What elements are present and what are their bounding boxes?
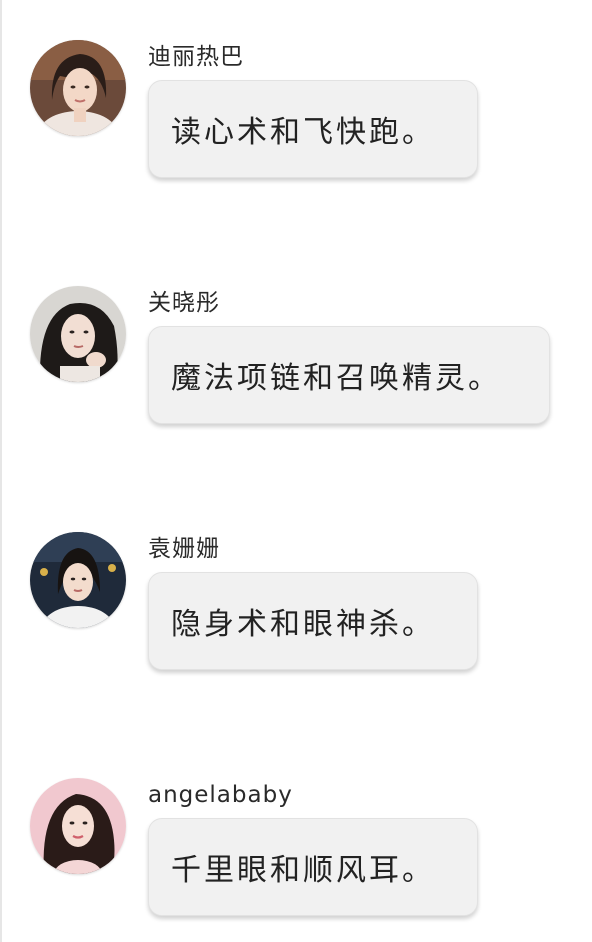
message-text: 魔法项链和召唤精灵。 <box>171 361 501 396</box>
sender-name: 关晓彤 <box>148 290 220 316</box>
sender-name: 迪丽热巴 <box>148 44 244 70</box>
avatar[interactable] <box>30 778 126 874</box>
sender-name: angelababy <box>148 782 293 808</box>
avatar-photo <box>30 40 126 136</box>
avatar[interactable] <box>30 40 126 136</box>
chat-message: 关晓彤 魔法项链和召唤精灵。 <box>0 286 592 446</box>
chat-message: angelababy 千里眼和顺风耳。 <box>0 778 592 938</box>
message-bubble[interactable]: 魔法项链和召唤精灵。 <box>148 326 550 424</box>
avatar[interactable] <box>30 532 126 628</box>
chat-message: 迪丽热巴 读心术和飞快跑。 <box>0 40 592 200</box>
message-text: 读心术和飞快跑。 <box>171 115 435 150</box>
chat-message: 袁姗姗 隐身术和眼神杀。 <box>0 532 592 692</box>
message-text: 千里眼和顺风耳。 <box>171 853 435 888</box>
avatar-photo <box>30 286 126 382</box>
avatar-photo <box>30 778 126 874</box>
sender-name: 袁姗姗 <box>148 536 220 562</box>
message-text: 隐身术和眼神杀。 <box>171 607 435 642</box>
avatar[interactable] <box>30 286 126 382</box>
message-bubble[interactable]: 读心术和飞快跑。 <box>148 80 478 178</box>
avatar-photo <box>30 532 126 628</box>
message-bubble[interactable]: 隐身术和眼神杀。 <box>148 572 478 670</box>
message-bubble[interactable]: 千里眼和顺风耳。 <box>148 818 478 916</box>
